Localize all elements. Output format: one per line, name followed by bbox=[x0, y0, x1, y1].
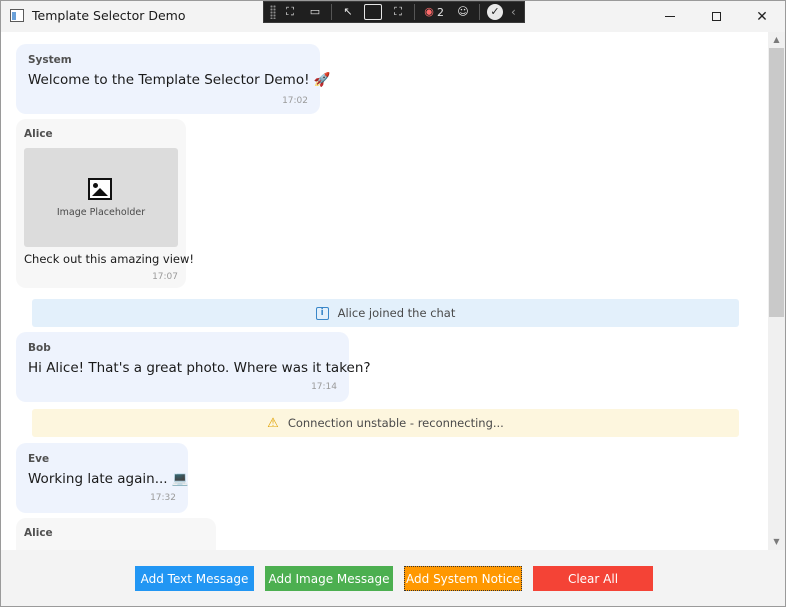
notice-text: Connection unstable - reconnecting... bbox=[287, 416, 504, 430]
message-text: Working late again... 💻 bbox=[28, 471, 189, 487]
check-icon[interactable]: ✓ bbox=[487, 4, 503, 20]
grip-icon[interactable] bbox=[270, 5, 276, 19]
debug-toolbar: ⛶ ▭ ↖ ⛶ ◉ 2 ☺ ✓ ‹ bbox=[263, 1, 525, 23]
message-bubble: Alice bbox=[16, 518, 216, 550]
message-time: 17:32 bbox=[150, 493, 176, 503]
vertical-scrollbar[interactable]: ▲ ▼ bbox=[768, 32, 785, 550]
message-text: Check out this amazing view! bbox=[24, 252, 195, 266]
maximize-button[interactable] bbox=[693, 1, 739, 32]
minimize-icon bbox=[665, 16, 675, 17]
image-caption: Image Placeholder bbox=[56, 207, 146, 218]
scroll-up-icon[interactable]: ▲ bbox=[768, 33, 785, 47]
sender-name: Alice bbox=[24, 128, 53, 140]
chevron-left-icon[interactable]: ‹ bbox=[511, 5, 516, 19]
maximize-icon bbox=[711, 12, 721, 21]
message-bubble: Eve Working late again... 💻 17:32 bbox=[16, 443, 189, 513]
app-window: Template Selector Demo ⛶ ▭ ↖ ⛶ ◉ 2 ☺ ✓ ‹… bbox=[0, 0, 786, 607]
picture-icon bbox=[88, 178, 112, 200]
binding-failures-count: 2 bbox=[437, 5, 444, 19]
window-title: Template Selector Demo bbox=[32, 8, 186, 23]
scroll-down-icon[interactable]: ▼ bbox=[768, 535, 785, 549]
select-element-icon[interactable]: ↖ bbox=[339, 4, 357, 20]
toolbar-separator bbox=[414, 4, 415, 20]
message-bubble: Bob Hi Alice! That's a great photo. Wher… bbox=[16, 332, 371, 402]
add-image-message-button[interactable]: Add Image Message bbox=[265, 566, 393, 591]
toolbar-separator bbox=[479, 4, 480, 20]
live-visual-tree-icon[interactable]: ⛶ bbox=[281, 4, 299, 20]
message-time: 17:14 bbox=[311, 382, 337, 392]
minimize-button[interactable] bbox=[647, 1, 693, 32]
sender-name: Eve bbox=[28, 453, 50, 465]
add-system-notice-button[interactable]: Add System Notice bbox=[404, 566, 522, 591]
close-button[interactable]: ✕ bbox=[739, 1, 785, 32]
info-icon: i bbox=[315, 306, 329, 320]
message-text: Welcome to the Template Selector Demo! 🚀 bbox=[28, 72, 331, 88]
message-bubble: System Welcome to the Template Selector … bbox=[16, 44, 331, 114]
notice-text: Alice joined the chat bbox=[337, 306, 456, 320]
toolbar-separator bbox=[331, 4, 332, 20]
action-bar: Add Text Message Add Image Message Add S… bbox=[1, 550, 785, 606]
accessibility-icon[interactable]: ☺ bbox=[454, 4, 472, 20]
info-notice: i Alice joined the chat bbox=[32, 299, 739, 327]
track-focus-icon[interactable]: ⛶ bbox=[389, 4, 407, 20]
scroll-thumb[interactable] bbox=[769, 48, 784, 317]
app-icon bbox=[10, 9, 24, 22]
binding-failures-icon[interactable]: ◉ bbox=[422, 4, 436, 20]
warning-icon: ⚠ bbox=[267, 415, 279, 431]
sender-name: System bbox=[28, 54, 72, 66]
warning-notice: ⚠ Connection unstable - reconnecting... bbox=[32, 409, 739, 437]
message-time: 17:02 bbox=[282, 96, 308, 106]
message-text: Hi Alice! That's a great photo. Where wa… bbox=[28, 360, 371, 376]
message-time: 17:07 bbox=[152, 272, 178, 282]
clear-all-button[interactable]: Clear All bbox=[533, 566, 653, 591]
sender-name: Alice bbox=[24, 527, 53, 539]
video-icon[interactable]: ▭ bbox=[306, 4, 324, 20]
close-icon: ✕ bbox=[756, 8, 768, 25]
add-text-message-button[interactable]: Add Text Message bbox=[135, 566, 254, 591]
image-message-bubble: Alice Image Placeholder Check out this a… bbox=[16, 119, 194, 288]
image-placeholder[interactable]: Image Placeholder bbox=[24, 148, 178, 247]
sender-name: Bob bbox=[28, 342, 51, 354]
message-list[interactable]: System Welcome to the Template Selector … bbox=[1, 32, 768, 550]
display-layout-adorners-icon[interactable] bbox=[364, 4, 382, 20]
title-bar[interactable]: Template Selector Demo ⛶ ▭ ↖ ⛶ ◉ 2 ☺ ✓ ‹… bbox=[1, 1, 785, 32]
